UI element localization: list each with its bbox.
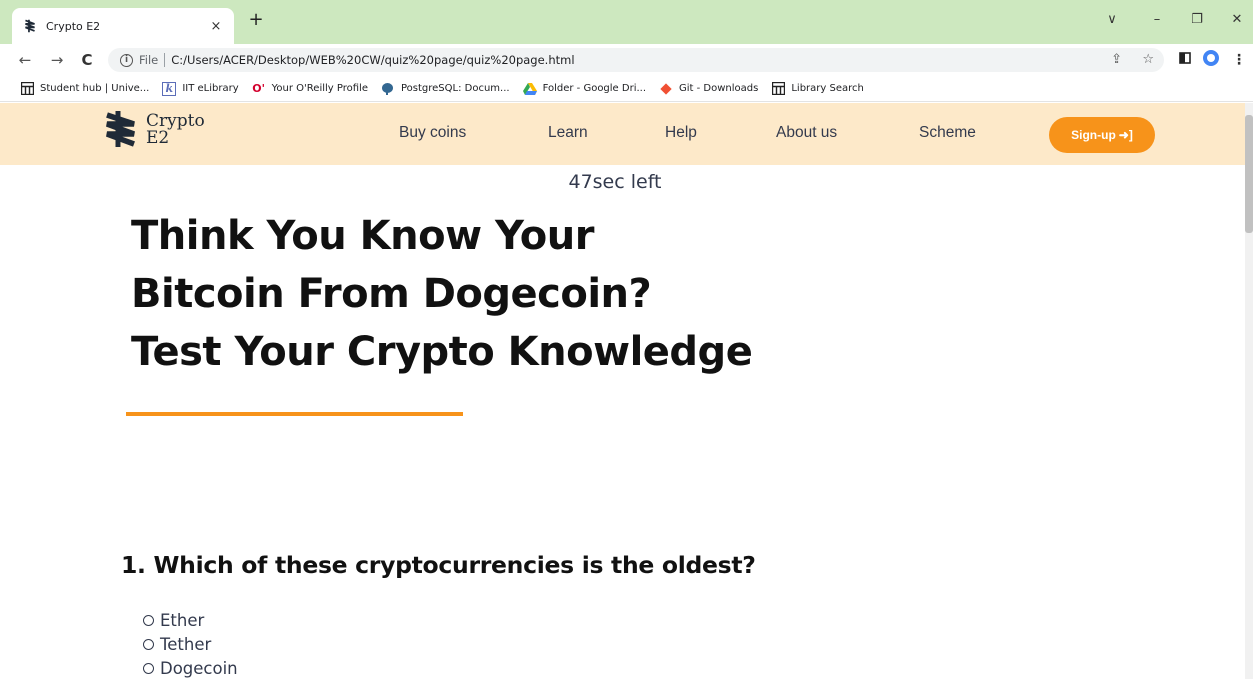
logo-line-2: E2 [146,128,170,148]
git-icon [659,82,673,96]
url-text: C:/Users/ACER/Desktop/WEB%20CW/quiz%20pa… [171,53,575,67]
page-title: Think You Know Your Bitcoin From Dogecoi… [131,207,891,381]
info-icon[interactable]: i [120,53,133,67]
browser-tab[interactable]: Crypto E2 × [12,8,234,44]
bookmark-label: Git - Downloads [679,83,759,94]
question-1: 1. Which of these cryptocurrencies is th… [121,551,756,579]
menu-kebab-icon[interactable]: ⋮ [1232,49,1246,71]
quiz-timer: 47sec left [568,171,662,193]
url-scheme: File [139,53,159,67]
nav-learn[interactable]: Learn [548,124,588,142]
grid-icon [20,82,34,96]
option-label: Ether [160,610,205,630]
nav-scheme[interactable]: Scheme [919,124,976,142]
bookmark-library-search[interactable]: Library Search [771,82,864,96]
scrollbar-thumb[interactable] [1245,115,1253,233]
restore-icon[interactable]: ❐ [1182,8,1212,32]
crypto-e2-logo-icon [106,111,135,147]
bookmark-label: IIT eLibrary [182,83,239,94]
title-underline [126,412,463,416]
answer-option[interactable]: Tether [143,632,238,656]
page-scrollbar[interactable] [1245,103,1253,679]
url-separator [164,53,166,67]
bookmark-label: Student hub | Unive... [40,83,150,94]
crypto-e2-favicon-icon [22,18,38,34]
nav-buy-coins[interactable]: Buy coins [399,124,466,142]
answer-option[interactable]: Ether [143,608,238,632]
bookmark-label: Library Search [791,83,864,94]
answer-option[interactable]: Dogecoin [143,656,238,679]
title-line-2: Bitcoin From Dogecoin? [131,271,652,317]
minimize-icon[interactable]: – [1142,8,1172,32]
signup-label: Sign-up [1071,128,1116,142]
share-icon[interactable]: ⇪ [1111,52,1122,67]
bookmark-git-downloads[interactable]: Git - Downloads [659,82,758,96]
browser-toolbar: ← → C i File C:/Users/ACER/Desktop/WEB%2… [0,44,1253,76]
drive-icon [522,82,537,96]
bookmark-label: Your O'Reilly Profile [271,83,368,94]
close-window-icon[interactable]: ✕ [1222,8,1252,32]
profile-avatar-icon[interactable] [1200,49,1222,71]
login-icon: ➜] [1118,128,1133,142]
radio-button[interactable] [143,638,154,650]
new-tab-button[interactable]: + [246,11,266,31]
bookmark-student-hub[interactable]: Student hub | Unive... [20,82,149,96]
bookmark-star-icon[interactable]: ☆ [1142,52,1154,67]
tab-title: Crypto E2 [46,19,101,33]
tab-search-icon[interactable]: ∨ [1097,8,1127,32]
reload-icon[interactable]: C [76,49,98,71]
bookmarks-bar: Student hub | Unive... k IIT eLibrary O'… [0,76,1253,102]
logo-text: Crypto E2 [146,113,205,147]
nav-help[interactable]: Help [665,124,697,142]
radio-button[interactable] [143,614,154,626]
side-panel-icon[interactable] [1176,49,1194,71]
title-line-3: Test Your Crypto Knowledge [131,329,753,375]
site-navbar: Crypto E2 Buy coins Learn Help About us … [0,103,1245,165]
option-label: Tether [160,634,212,654]
grid-icon [771,82,785,96]
bookmark-label: PostgreSQL: Docum... [400,83,510,94]
browser-tab-strip: Crypto E2 × + ∨ – ❐ ✕ [0,0,1253,44]
answer-options: Ether Tether Dogecoin [143,608,238,679]
radio-button[interactable] [143,662,154,674]
elephant-icon [381,82,395,96]
title-line-1: Think You Know Your [131,213,594,259]
forward-icon[interactable]: → [46,49,68,71]
bookmark-label: Folder - Google Dri... [542,83,647,94]
signup-button[interactable]: Sign-up ➜] [1049,117,1155,153]
address-bar[interactable]: i File C:/Users/ACER/Desktop/WEB%20CW/qu… [108,48,1164,72]
bookmark-oreilly[interactable]: O' Your O'Reilly Profile [252,82,368,96]
bookmark-iit-elibrary[interactable]: k IIT eLibrary [162,81,239,96]
option-label: Dogecoin [160,658,238,678]
bookmark-google-drive[interactable]: Folder - Google Dri... [522,82,647,96]
site-logo[interactable]: Crypto E2 [104,109,205,149]
oreilly-icon: O' [252,82,266,95]
k-icon: k [162,81,177,96]
close-tab-icon[interactable]: × [208,19,224,34]
bookmark-postgresql[interactable]: PostgreSQL: Docum... [381,82,510,96]
nav-about-us[interactable]: About us [776,124,837,142]
back-icon[interactable]: ← [14,49,36,71]
page-viewport: Crypto E2 Buy coins Learn Help About us … [0,103,1253,679]
